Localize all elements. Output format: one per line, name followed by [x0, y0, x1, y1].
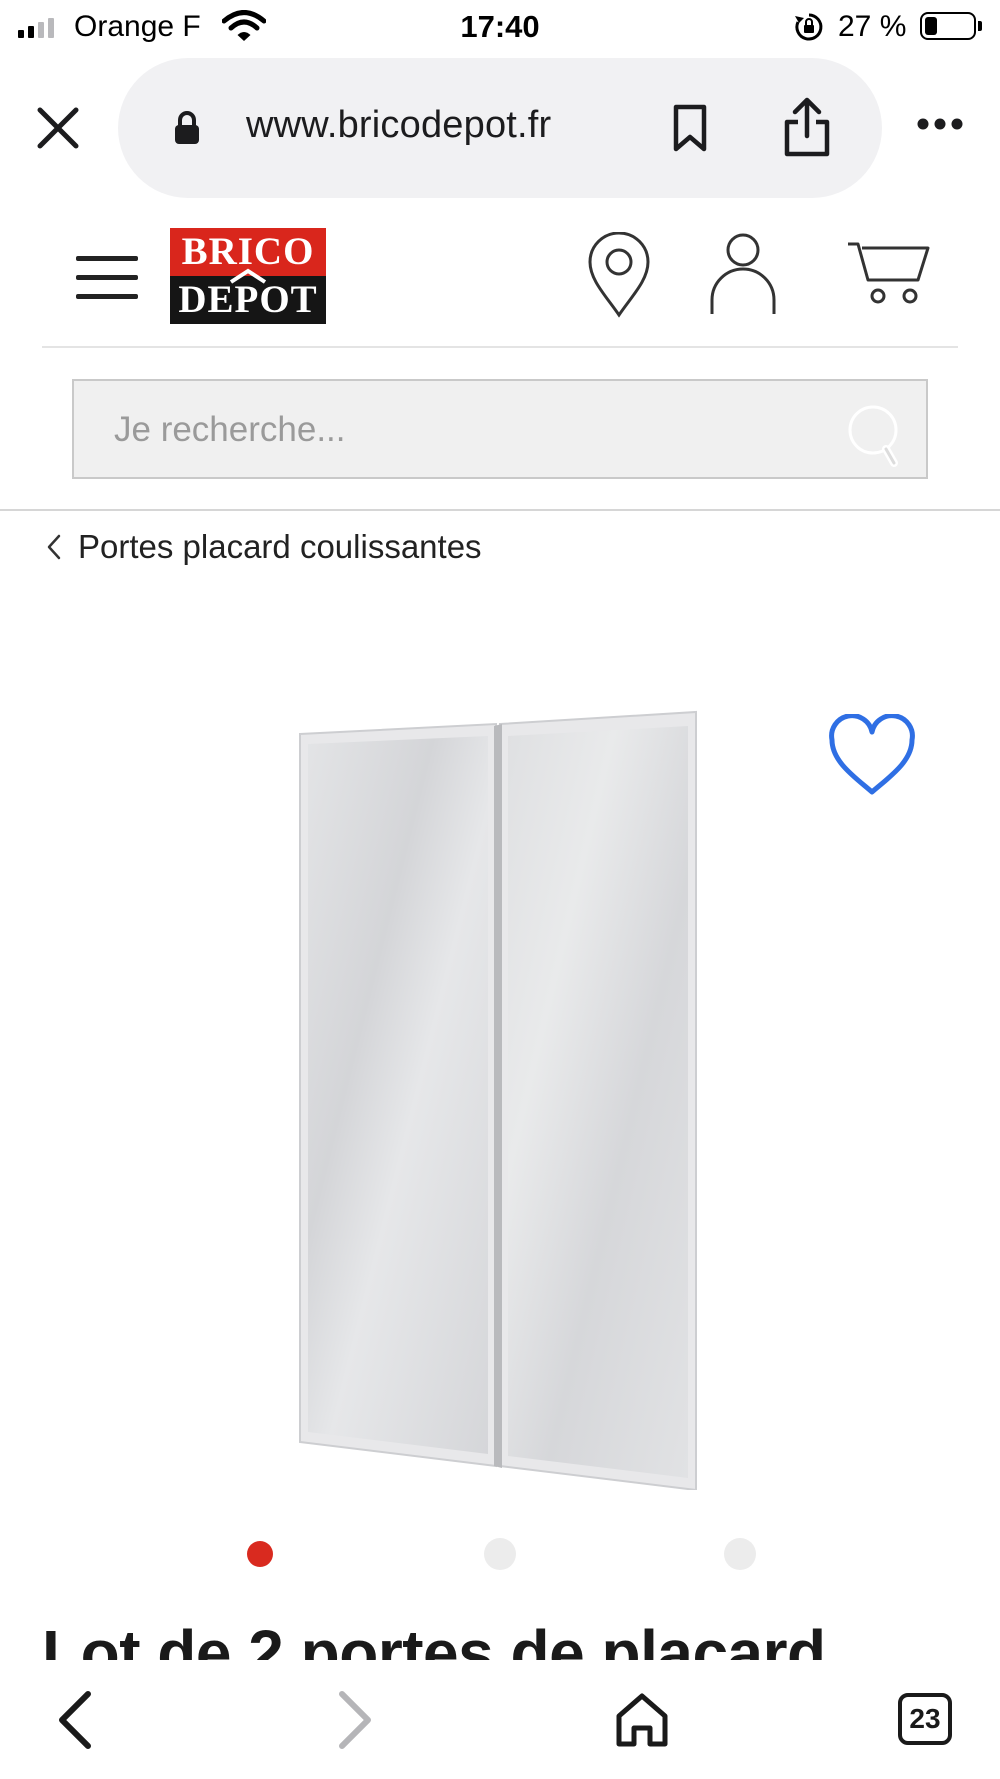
share-icon[interactable]	[782, 96, 832, 158]
search-box[interactable]	[72, 379, 928, 479]
product-image[interactable]	[296, 708, 700, 1490]
carousel-dot-2[interactable]	[484, 1538, 516, 1570]
lock-icon	[175, 111, 199, 144]
back-icon[interactable]	[54, 1690, 94, 1750]
bookmark-icon[interactable]	[670, 104, 710, 152]
breadcrumb[interactable]: Portes placard coulissantes	[44, 524, 482, 570]
status-bar: Orange F 17:40 27 %	[0, 0, 1000, 56]
header-divider	[42, 346, 958, 348]
search-icon[interactable]	[846, 403, 908, 467]
account-icon[interactable]	[708, 232, 778, 316]
close-icon[interactable]	[34, 104, 82, 152]
brico-depot-logo[interactable]: BRICO DEPOT	[170, 228, 326, 324]
home-icon[interactable]	[614, 1692, 670, 1748]
url-text[interactable]: www.bricodepot.fr	[246, 104, 551, 147]
favorite-heart-icon[interactable]	[826, 714, 918, 798]
address-bar[interactable]: www.bricodepot.fr	[118, 58, 882, 198]
search-divider	[0, 509, 1000, 511]
more-icon[interactable]	[916, 117, 964, 131]
battery-tip	[978, 21, 982, 31]
carousel-dot-1[interactable]	[247, 1541, 273, 1567]
battery-icon	[920, 12, 976, 40]
forward-icon[interactable]	[336, 1690, 376, 1750]
rotation-lock-icon	[795, 13, 823, 41]
menu-icon[interactable]	[76, 254, 138, 302]
breadcrumb-label[interactable]: Portes placard coulissantes	[78, 528, 482, 566]
cart-icon[interactable]	[846, 240, 930, 306]
chevron-left-icon	[47, 534, 61, 560]
location-icon[interactable]	[586, 232, 652, 318]
tabs-icon[interactable]: 23	[898, 1693, 952, 1745]
carousel-dot-3[interactable]	[724, 1538, 756, 1570]
battery-percent: 27 %	[838, 10, 907, 43]
search-input[interactable]	[114, 407, 814, 453]
logo-roof-mark	[229, 268, 267, 284]
browser-toolbar: 23	[0, 1660, 1000, 1779]
